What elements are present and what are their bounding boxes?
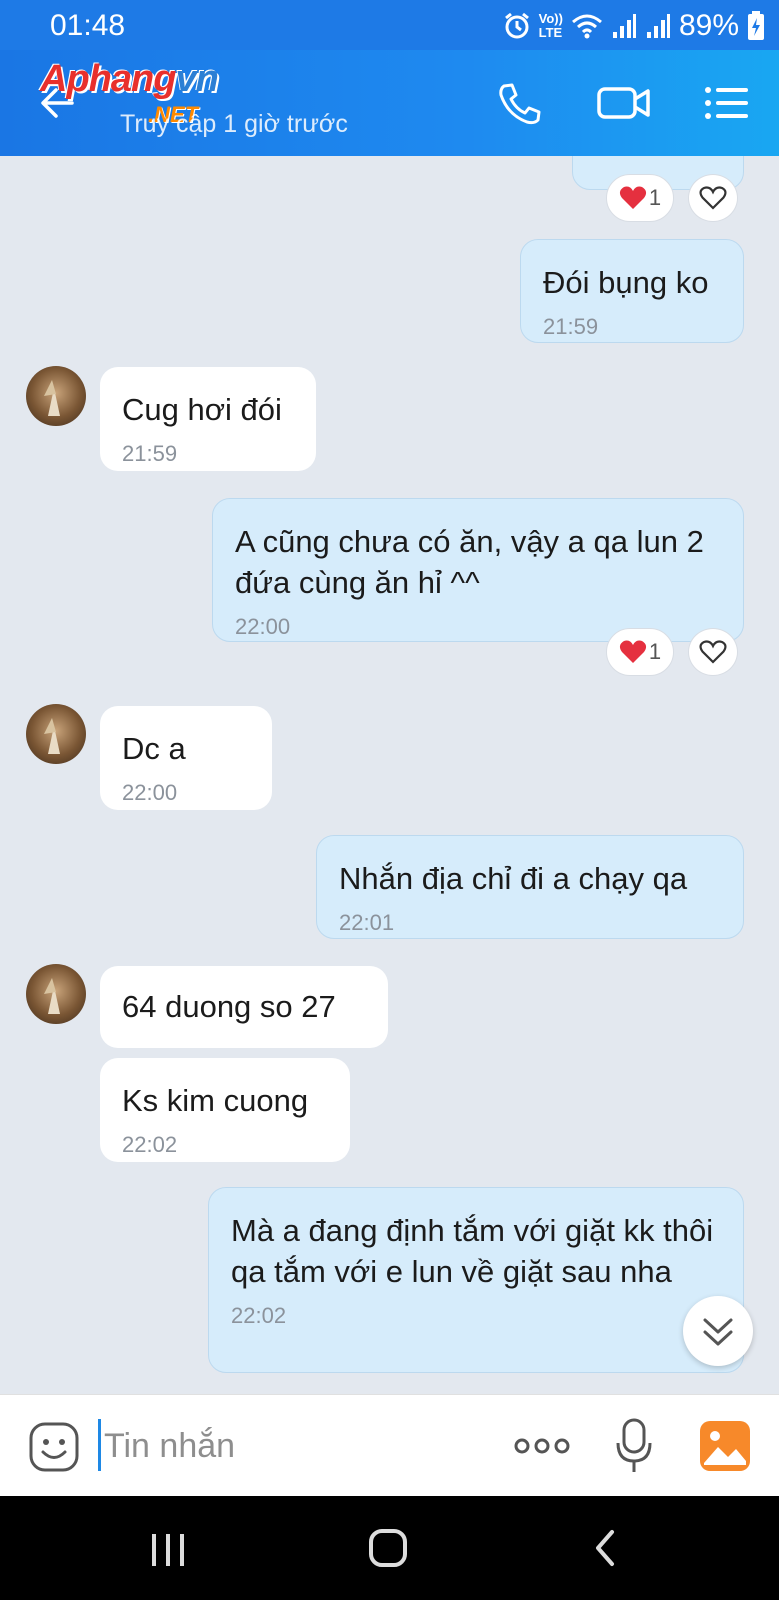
outgoing-message[interactable]: Nhắn địa chỉ đi a chạy qa 22:01 <box>316 835 744 939</box>
chevrons-down-icon <box>703 1318 733 1346</box>
chat-header: Aphangvn .NET Truy cập 1 giờ trước <box>0 50 779 156</box>
reaction-badge[interactable]: 1 <box>606 628 674 676</box>
message-list[interactable]: 1 Đói bụng ko 21:59 Cug hơi đói 21:59 A … <box>0 156 779 1394</box>
status-bar: 01:48 Vo)) LTE 89% <box>0 0 779 50</box>
brand-logo-part1: Aphang <box>40 58 176 100</box>
message-time: 22:01 <box>339 910 395 935</box>
image-icon[interactable] <box>698 1419 752 1473</box>
status-icons: Vo)) LTE 89% <box>503 8 765 44</box>
avatar[interactable] <box>26 704 86 764</box>
brand-logo-text: Aphangvn <box>40 58 219 101</box>
volte-badge: Vo)) LTE <box>539 12 563 40</box>
back-nav-icon[interactable] <box>592 1528 618 1568</box>
wifi-icon <box>571 14 602 39</box>
react-button[interactable] <box>688 628 738 676</box>
heart-icon <box>619 186 646 209</box>
message-composer <box>0 1394 779 1496</box>
status-time: 01:48 <box>50 9 126 42</box>
message-text: 64 duong so 27 <box>122 989 336 1024</box>
battery-percent: 89% <box>678 9 739 42</box>
message-text: Nhắn địa chỉ đi a chạy qa <box>339 861 688 896</box>
brand-logo-part2: vn <box>175 58 218 100</box>
outgoing-message[interactable]: Đói bụng ko 21:59 <box>520 239 744 343</box>
message-time: 22:02 <box>122 1132 178 1157</box>
message-text: Mà a đang định tắm với giặt kk thôi qa t… <box>231 1213 714 1289</box>
incoming-message[interactable]: Cug hơi đói 21:59 <box>100 367 316 471</box>
lte-label: LTE <box>538 25 563 40</box>
incoming-message[interactable]: Ks kim cuong 22:02 <box>100 1058 350 1162</box>
home-icon[interactable] <box>368 1528 408 1568</box>
reaction-count: 1 <box>648 639 662 664</box>
message-text: Cug hơi đói <box>122 392 282 427</box>
heart-outline-icon <box>699 186 727 210</box>
heart-outline-icon <box>699 640 727 664</box>
message-input[interactable] <box>104 1419 484 1473</box>
signal-icon-2 <box>646 14 670 38</box>
incoming-message[interactable]: 64 duong so 27 <box>100 966 388 1048</box>
microphone-icon[interactable] <box>614 1417 654 1475</box>
scroll-to-bottom-button[interactable] <box>683 1296 753 1366</box>
message-text: Dc a <box>122 731 186 766</box>
system-nav-bar <box>0 1496 779 1600</box>
emoji-icon[interactable] <box>28 1421 80 1473</box>
outgoing-message[interactable]: Mà a đang định tắm với giặt kk thôi qa t… <box>208 1187 744 1373</box>
react-button[interactable] <box>688 174 738 222</box>
alarm-icon <box>504 12 529 39</box>
video-call-icon[interactable] <box>596 80 652 126</box>
phone-icon[interactable] <box>494 80 544 126</box>
last-seen-status: Truy cập 1 giờ trước <box>120 110 348 138</box>
message-text: A cũng chưa có ăn, vậy a qa lun 2 đứa cù… <box>235 524 704 600</box>
reaction-count: 1 <box>648 185 662 210</box>
message-time: 22:00 <box>122 780 178 805</box>
text-cursor <box>98 1419 101 1471</box>
volte-label: Vo)) <box>538 11 563 26</box>
outgoing-message[interactable]: A cũng chưa có ăn, vậy a qa lun 2 đứa cù… <box>212 498 744 642</box>
signal-icon <box>612 14 636 38</box>
recent-apps-icon[interactable] <box>150 1530 186 1570</box>
battery-charging-icon <box>748 11 764 40</box>
more-icon[interactable] <box>512 1433 572 1459</box>
message-time: 21:59 <box>122 441 178 466</box>
avatar[interactable] <box>26 964 86 1024</box>
incoming-message[interactable]: Dc a 22:00 <box>100 706 272 810</box>
avatar[interactable] <box>26 366 86 426</box>
message-time: 22:02 <box>231 1303 287 1328</box>
message-text: Đói bụng ko <box>543 265 709 300</box>
reaction-badge[interactable]: 1 <box>606 174 674 222</box>
message-text: Ks kim cuong <box>122 1083 309 1118</box>
menu-icon[interactable] <box>702 80 752 126</box>
message-time: 21:59 <box>543 314 599 339</box>
heart-icon <box>619 640 646 663</box>
